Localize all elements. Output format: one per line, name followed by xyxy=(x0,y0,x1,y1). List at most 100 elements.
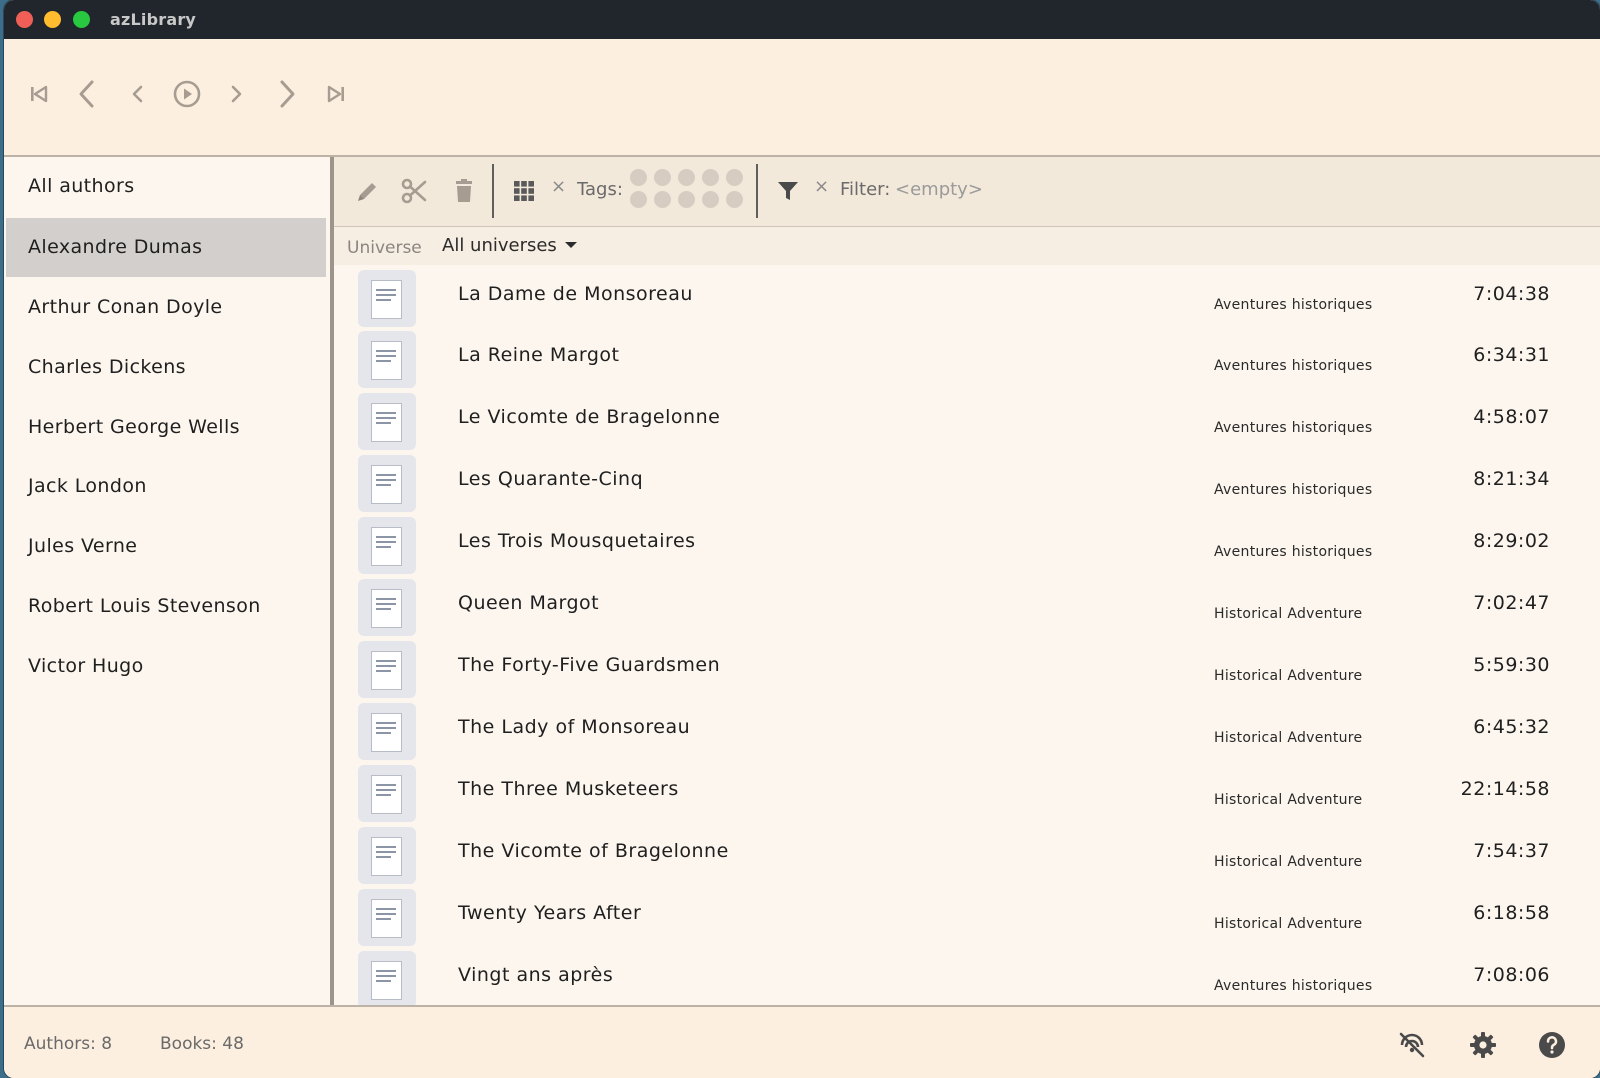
book-list: La Dame de Monsoreau Aventures historiqu… xyxy=(334,265,1600,1005)
delete-icon[interactable] xyxy=(446,171,482,211)
author-item[interactable]: Jules Verne xyxy=(6,517,326,576)
tag-dot xyxy=(654,169,671,186)
book-cover-icon xyxy=(358,517,416,574)
previous-icon[interactable] xyxy=(71,77,105,111)
maximize-window-button[interactable] xyxy=(73,11,90,28)
book-cover-icon xyxy=(358,889,416,946)
book-cover-icon xyxy=(358,331,416,388)
book-row[interactable]: Les Quarante-Cinq Aventures historiques … xyxy=(334,450,1600,512)
book-duration: 8:21:34 xyxy=(1473,468,1550,490)
book-title: Les Quarante-Cinq xyxy=(458,468,644,490)
author-item[interactable]: Arthur Conan Doyle xyxy=(6,278,326,337)
author-item[interactable]: Charles Dickens xyxy=(6,338,326,397)
book-title: La Dame de Monsoreau xyxy=(458,283,693,305)
book-title: The Lady of Monsoreau xyxy=(458,716,691,738)
book-duration: 8:29:02 xyxy=(1473,530,1550,552)
book-toolbar: × Tags: × Filter: <empty> xyxy=(334,157,1600,227)
forward-icon[interactable] xyxy=(219,77,253,111)
tag-dot xyxy=(630,169,647,186)
book-title: The Forty-Five Guardsmen xyxy=(458,654,721,676)
universe-dropdown[interactable]: All universes xyxy=(442,235,577,256)
cut-icon[interactable] xyxy=(396,171,432,211)
book-universe: Aventures historiques xyxy=(1214,297,1373,313)
tag-dot xyxy=(654,191,671,208)
toolbar-separator xyxy=(492,164,494,218)
book-row[interactable]: Vingt ans après Aventures historiques 7:… xyxy=(334,946,1600,1005)
close-window-button[interactable] xyxy=(16,11,33,28)
play-icon[interactable] xyxy=(170,77,204,111)
edit-icon[interactable] xyxy=(350,171,386,211)
app-window: azLibrary All authors Alexandre Dumas Ar… xyxy=(4,0,1600,1078)
tag-dot xyxy=(678,191,695,208)
no-sync-icon[interactable] xyxy=(1394,1027,1430,1063)
filter-icon[interactable] xyxy=(770,171,806,211)
book-row[interactable]: Le Vicomte de Bragelonne Aventures histo… xyxy=(334,388,1600,450)
book-duration: 6:34:31 xyxy=(1473,344,1550,366)
minimize-window-button[interactable] xyxy=(44,11,61,28)
book-cover-icon xyxy=(358,951,416,1005)
author-item[interactable]: Jack London xyxy=(6,457,326,516)
book-duration: 6:18:58 xyxy=(1473,902,1550,924)
book-universe: Aventures historiques xyxy=(1214,420,1373,436)
book-row[interactable]: Queen Margot Historical Adventure 7:02:4… xyxy=(334,574,1600,636)
tags-label: Tags: xyxy=(577,179,623,200)
skip-to-end-icon[interactable] xyxy=(319,77,353,111)
skip-to-start-icon[interactable] xyxy=(22,77,56,111)
book-row[interactable]: Les Trois Mousquetaires Aventures histor… xyxy=(334,512,1600,574)
book-row[interactable]: The Forty-Five Guardsmen Historical Adve… xyxy=(334,636,1600,698)
book-universe: Historical Adventure xyxy=(1214,668,1363,684)
tag-dot xyxy=(678,169,695,186)
grid-icon[interactable] xyxy=(506,171,542,211)
filter-input[interactable]: <empty> xyxy=(895,179,983,200)
book-cover-icon xyxy=(358,827,416,884)
book-duration: 7:02:47 xyxy=(1473,592,1550,614)
toolbar-separator xyxy=(756,164,758,218)
tag-dot xyxy=(726,169,743,186)
book-universe: Aventures historiques xyxy=(1214,358,1373,374)
book-row[interactable]: The Lady of Monsoreau Historical Adventu… xyxy=(334,698,1600,760)
book-universe: Historical Adventure xyxy=(1214,916,1363,932)
book-title: Vingt ans après xyxy=(458,964,614,986)
book-row[interactable]: Twenty Years After Historical Adventure … xyxy=(334,884,1600,946)
book-row[interactable]: The Vicomte of Bragelonne Historical Adv… xyxy=(334,822,1600,884)
book-universe: Aventures historiques xyxy=(1214,482,1373,498)
author-item[interactable]: Herbert George Wells xyxy=(6,398,326,457)
rewind-icon[interactable] xyxy=(121,77,155,111)
book-duration: 5:59:30 xyxy=(1473,654,1550,676)
book-cover-icon xyxy=(358,765,416,822)
book-title: Le Vicomte de Bragelonne xyxy=(458,406,721,428)
clear-tags-icon[interactable]: × xyxy=(551,176,566,197)
books-count: Books: 48 xyxy=(160,1034,244,1054)
book-universe: Historical Adventure xyxy=(1214,854,1363,870)
book-universe: Historical Adventure xyxy=(1214,792,1363,808)
book-row[interactable]: La Reine Margot Aventures historiques 6:… xyxy=(334,326,1600,388)
title-bar: azLibrary xyxy=(4,0,1600,39)
authors-count: Authors: 8 xyxy=(24,1034,113,1054)
player-controls xyxy=(4,39,1600,157)
book-duration: 7:04:38 xyxy=(1473,283,1550,305)
book-cover-icon xyxy=(358,393,416,450)
book-row[interactable]: The Three Musketeers Historical Adventur… xyxy=(334,760,1600,822)
clear-filter-icon[interactable]: × xyxy=(814,176,829,197)
next-icon[interactable] xyxy=(269,77,303,111)
book-row[interactable]: La Dame de Monsoreau Aventures historiqu… xyxy=(334,265,1600,327)
author-item[interactable]: Robert Louis Stevenson xyxy=(6,577,326,636)
tag-dot xyxy=(702,191,719,208)
book-cover-icon xyxy=(358,579,416,636)
author-item[interactable]: Alexandre Dumas xyxy=(6,218,326,277)
universe-label: Universe xyxy=(347,238,422,258)
universe-selected: All universes xyxy=(442,235,557,256)
filter-label: Filter: xyxy=(840,179,891,200)
book-title: Les Trois Mousquetaires xyxy=(458,530,696,552)
book-universe: Aventures historiques xyxy=(1214,978,1373,994)
window-title: azLibrary xyxy=(110,10,197,29)
help-icon[interactable] xyxy=(1534,1027,1570,1063)
book-title: Twenty Years After xyxy=(458,902,642,924)
settings-icon[interactable] xyxy=(1465,1027,1501,1063)
book-duration: 6:45:32 xyxy=(1473,716,1550,738)
book-cover-icon xyxy=(358,641,416,698)
author-item[interactable]: All authors xyxy=(6,157,326,216)
author-item[interactable]: Victor Hugo xyxy=(6,637,326,696)
book-cover-icon xyxy=(358,270,416,327)
tag-dot xyxy=(630,191,647,208)
